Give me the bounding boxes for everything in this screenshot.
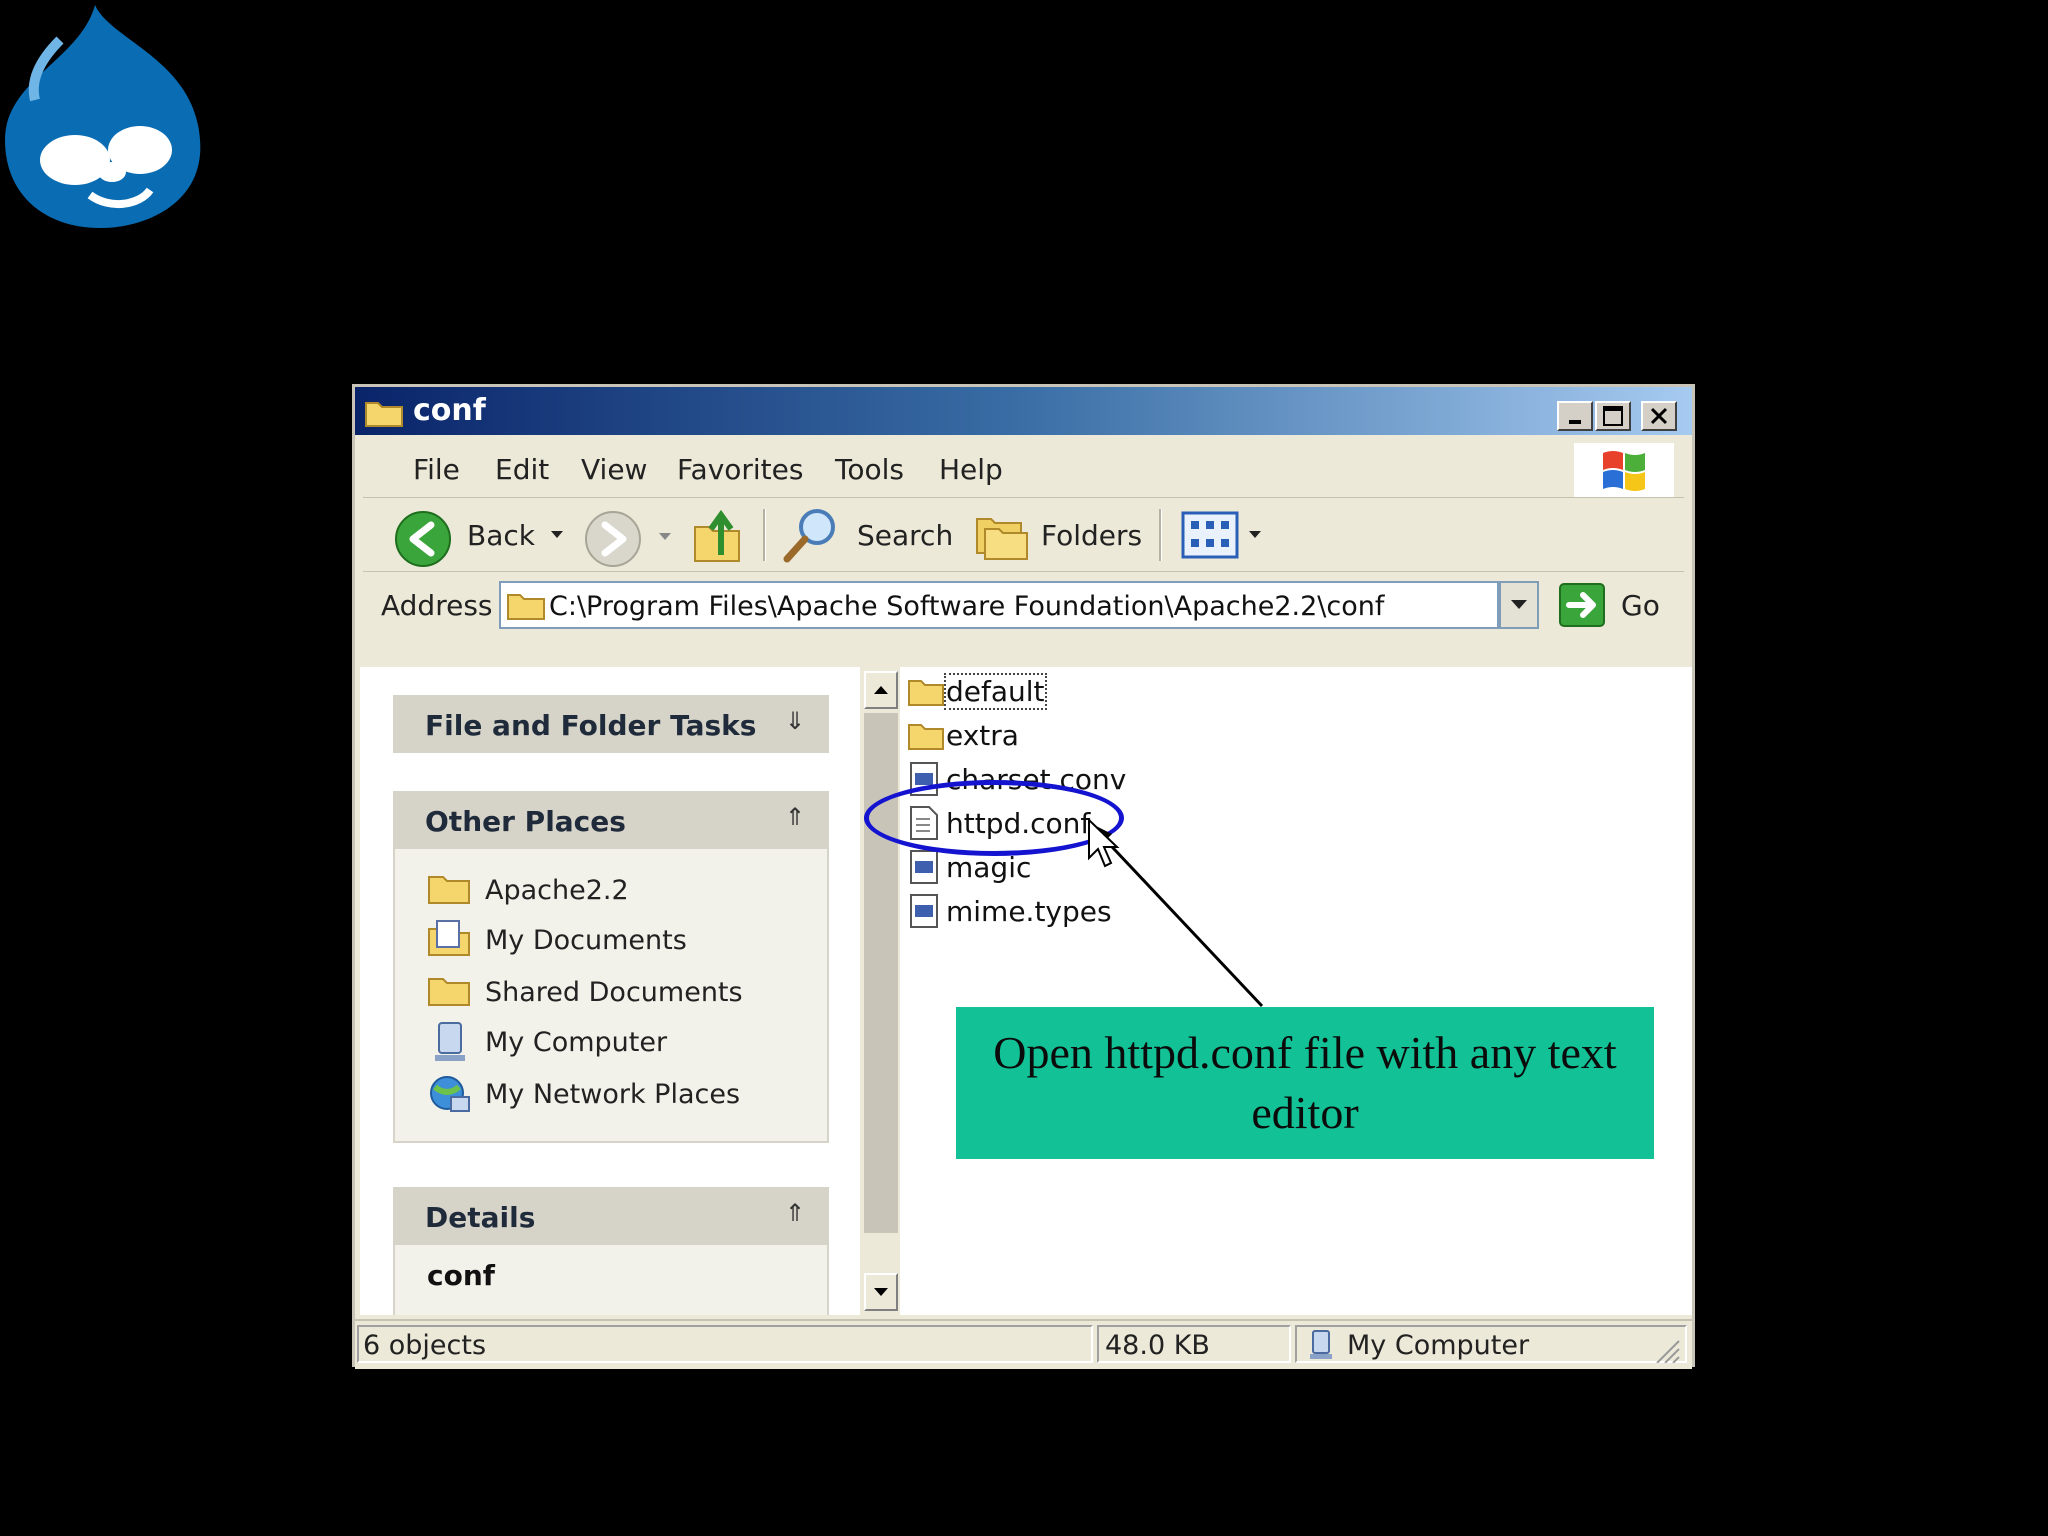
status-objects-cell: 6 objects xyxy=(357,1325,1093,1363)
standard-toolbar: Back Search Folders xyxy=(363,497,1684,572)
place-label: My Documents xyxy=(485,925,687,956)
menu-file[interactable]: File xyxy=(413,443,460,497)
address-label: Address xyxy=(381,589,493,622)
file-list: default extra charset.conv httpd.conf ma… xyxy=(900,667,1692,1315)
explorer-window: conf File Edit View Favorites Tools Help xyxy=(352,384,1695,1369)
mouse-cursor-icon xyxy=(1088,818,1120,868)
address-dropdown-button[interactable] xyxy=(1499,581,1539,629)
go-arrow-icon[interactable] xyxy=(1559,583,1607,629)
windows-logo xyxy=(1574,443,1674,497)
menu-edit[interactable]: Edit xyxy=(495,443,549,497)
folders-icon[interactable] xyxy=(971,507,1031,563)
folders-button-label[interactable]: Folders xyxy=(1041,519,1142,552)
details-header[interactable]: Details ⇑ xyxy=(393,1187,829,1245)
address-value: C:\Program Files\Apache Software Foundat… xyxy=(549,591,1385,622)
details-name: conf xyxy=(427,1259,495,1292)
window-title: conf xyxy=(413,393,486,428)
arrow-down-icon xyxy=(874,1288,888,1296)
other-places-list: Apache2.2 My Documents Shared Documents … xyxy=(393,849,829,1143)
address-bar: Address C:\Program Files\Apache Software… xyxy=(363,573,1684,637)
status-size: 48.0 KB xyxy=(1105,1330,1210,1361)
chevron-down-icon[interactable] xyxy=(549,529,565,541)
file-folder-tasks-title: File and Folder Tasks xyxy=(425,709,757,742)
toolbar-separator xyxy=(1159,509,1162,561)
file-folder-tasks-header[interactable]: File and Folder Tasks ⇓ xyxy=(393,695,829,753)
collapse-chevron-icon[interactable]: ⇑ xyxy=(785,1199,805,1227)
maximize-button[interactable] xyxy=(1595,401,1631,431)
collapse-chevron-icon[interactable]: ⇑ xyxy=(785,803,805,831)
chevron-down-icon xyxy=(1511,600,1527,609)
search-icon[interactable] xyxy=(781,505,841,565)
instruction-callout: Open httpd.conf file with any text edito… xyxy=(956,1007,1654,1159)
my-computer-icon xyxy=(1310,1330,1332,1359)
status-zone-cell: My Computer xyxy=(1295,1325,1687,1363)
menu-favorites[interactable]: Favorites xyxy=(677,443,803,497)
details-title: Details xyxy=(425,1201,536,1234)
back-arrow-icon[interactable] xyxy=(393,509,453,569)
expand-chevron-icon[interactable]: ⇓ xyxy=(785,707,805,735)
toolbar-separator xyxy=(763,509,766,561)
folder-icon xyxy=(507,594,545,620)
back-button-label[interactable]: Back xyxy=(467,519,535,552)
address-input[interactable]: C:\Program Files\Apache Software Foundat… xyxy=(499,581,1499,629)
chevron-down-icon[interactable] xyxy=(1247,529,1263,541)
other-places-title: Other Places xyxy=(425,805,626,838)
folder-icon xyxy=(908,724,944,750)
folder-icon xyxy=(365,402,403,427)
file-name: default xyxy=(944,673,1047,710)
close-icon xyxy=(1650,407,1668,425)
scroll-down-button[interactable] xyxy=(864,1273,898,1311)
system-file-icon xyxy=(910,850,938,884)
menu-help[interactable]: Help xyxy=(939,443,1003,497)
maximize-icon xyxy=(1603,406,1623,426)
place-label: My Network Places xyxy=(485,1079,741,1110)
minimize-icon xyxy=(1569,420,1581,424)
search-button-label[interactable]: Search xyxy=(857,519,953,552)
file-name: extra xyxy=(946,719,1019,752)
status-objects: 6 objects xyxy=(363,1330,487,1361)
folder-icon xyxy=(908,680,944,706)
folder-icon xyxy=(428,978,470,1006)
title-bar[interactable]: conf xyxy=(355,387,1692,435)
up-folder-icon[interactable] xyxy=(691,507,747,565)
place-label: Apache2.2 xyxy=(485,875,629,906)
system-file-icon xyxy=(910,894,938,928)
resize-grip-icon[interactable] xyxy=(1653,1337,1681,1363)
other-places-header[interactable]: Other Places ⇑ xyxy=(393,791,829,849)
scroll-up-button[interactable] xyxy=(864,671,898,709)
close-button[interactable] xyxy=(1641,401,1677,431)
status-size-cell: 48.0 KB xyxy=(1097,1325,1291,1363)
arrow-up-icon xyxy=(874,686,888,694)
minimize-button[interactable] xyxy=(1557,401,1593,431)
place-label: My Computer xyxy=(485,1027,668,1058)
forward-arrow-icon[interactable] xyxy=(583,509,643,569)
network-places-icon xyxy=(430,1076,470,1112)
details-body: conf xyxy=(393,1245,829,1315)
place-label: Shared Documents xyxy=(485,977,743,1008)
status-bar: 6 objects 48.0 KB My Computer xyxy=(355,1319,1692,1369)
folder-icon xyxy=(428,876,470,904)
chevron-down-icon[interactable] xyxy=(657,531,673,543)
go-button-label[interactable]: Go xyxy=(1621,589,1660,622)
scroll-thumb[interactable] xyxy=(864,713,898,1233)
views-icon[interactable] xyxy=(1181,511,1241,561)
drupal-logo xyxy=(5,5,201,228)
vertical-scrollbar[interactable] xyxy=(860,667,900,1315)
my-computer-icon xyxy=(435,1022,465,1061)
menu-bar: File Edit View Favorites Tools Help xyxy=(363,443,1684,498)
menu-view[interactable]: View xyxy=(581,443,647,497)
menu-tools[interactable]: Tools xyxy=(835,443,904,497)
status-zone: My Computer xyxy=(1347,1330,1530,1361)
task-pane: File and Folder Tasks ⇓ Other Places ⇑ A… xyxy=(360,667,880,1315)
my-documents-icon xyxy=(428,920,470,956)
windows-flag-icon xyxy=(1603,451,1645,491)
